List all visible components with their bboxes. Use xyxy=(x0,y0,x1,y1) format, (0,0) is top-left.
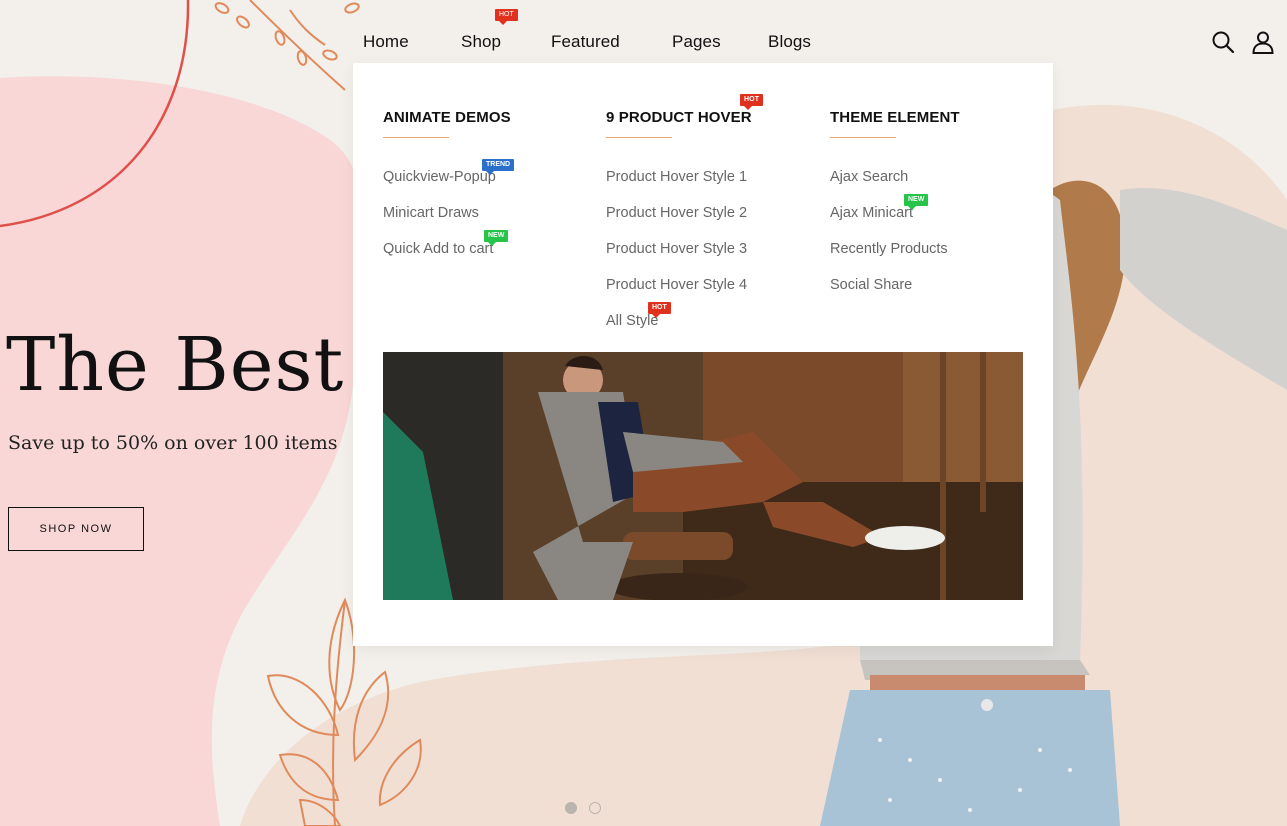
menu-link-minicart-draws[interactable]: Minicart Draws xyxy=(383,195,511,231)
search-icon xyxy=(1212,31,1235,54)
column-heading: ANIMATE DEMOS xyxy=(383,109,511,126)
menu-link-social-share[interactable]: Social Share xyxy=(830,267,960,303)
nav-featured[interactable]: Featured xyxy=(551,30,620,54)
new-badge: NEW xyxy=(904,194,929,210)
nav-home-label: Home xyxy=(363,32,409,51)
slider-dot-2[interactable] xyxy=(589,802,601,814)
nav-shop[interactable]: Shop HOT xyxy=(461,9,518,54)
menu-link-label: Recently Products xyxy=(830,241,948,257)
menu-link-all-style[interactable]: All Style HOT xyxy=(606,302,752,339)
hot-badge: HOT xyxy=(740,94,764,110)
nav-shop-hot-badge: HOT xyxy=(495,9,518,25)
menu-link-label: Product Hover Style 1 xyxy=(606,169,748,185)
heading-underline xyxy=(830,137,896,138)
menu-link-label: Quick Add to cart xyxy=(383,241,494,257)
account-button[interactable] xyxy=(1251,30,1275,54)
menu-column-product-hover: 9 PRODUCT HOVER HOT Product Hover Style … xyxy=(606,94,764,339)
menu-link-hover-style-1[interactable]: Product Hover Style 1 xyxy=(606,159,752,195)
column-heading: THEME ELEMENT xyxy=(830,109,960,126)
menu-link-label: Ajax Minicart xyxy=(830,205,913,221)
nav-home[interactable]: Home xyxy=(363,30,409,54)
menu-link-label: Minicart Draws xyxy=(383,205,479,221)
heading-underline xyxy=(383,137,449,138)
menu-link-ajax-search[interactable]: Ajax Search xyxy=(830,159,960,195)
hero-subtitle: Save up to 50% on over 100 items xyxy=(8,432,338,454)
menu-link-recently-products[interactable]: Recently Products xyxy=(830,231,960,267)
menu-link-hover-style-4[interactable]: Product Hover Style 4 xyxy=(606,267,752,303)
nav-blogs-label: Blogs xyxy=(768,32,812,51)
slider-pagination xyxy=(565,802,601,814)
menu-link-label: Product Hover Style 3 xyxy=(606,241,748,257)
menu-link-hover-style-3[interactable]: Product Hover Style 3 xyxy=(606,231,752,267)
user-icon xyxy=(1252,31,1274,54)
nav-blogs[interactable]: Blogs xyxy=(768,30,811,54)
nav-pages[interactable]: Pages xyxy=(672,30,721,54)
slider-dot-1[interactable] xyxy=(565,802,577,814)
shop-now-button[interactable]: SHOP NOW xyxy=(8,507,144,551)
search-button[interactable] xyxy=(1211,30,1235,54)
leaf-branch-top xyxy=(214,0,360,91)
hero-title: The Best Lo xyxy=(6,322,353,408)
menu-promo-image[interactable] xyxy=(383,352,1023,600)
menu-column-animate-demos: ANIMATE DEMOS Quickview-Popup TREND Mini… xyxy=(383,109,515,267)
menu-link-hover-style-2[interactable]: Product Hover Style 2 xyxy=(606,195,752,231)
nav-shop-label: Shop xyxy=(461,32,502,51)
menu-column-theme-element: THEME ELEMENT Ajax Search Ajax Minicart … xyxy=(830,109,960,303)
shop-mega-menu: ANIMATE DEMOS Quickview-Popup TREND Mini… xyxy=(353,63,1053,646)
menu-link-quick-add-to-cart[interactable]: Quick Add to cart NEW xyxy=(383,230,511,267)
menu-link-label: Quickview-Popup xyxy=(383,169,496,185)
menu-link-label: Ajax Search xyxy=(830,169,909,185)
nav-pages-label: Pages xyxy=(672,32,721,51)
nav-featured-label: Featured xyxy=(551,32,620,51)
menu-link-label: Product Hover Style 2 xyxy=(606,205,748,221)
trend-badge: TREND xyxy=(482,159,515,175)
heading-underline xyxy=(606,137,672,138)
menu-link-label: Product Hover Style 4 xyxy=(606,277,748,293)
menu-link-ajax-minicart[interactable]: Ajax Minicart NEW xyxy=(830,194,960,231)
column-heading-label: 9 PRODUCT HOVER xyxy=(606,109,752,126)
menu-link-label: Social Share xyxy=(830,277,913,293)
hot-badge: HOT xyxy=(648,302,671,318)
column-heading: 9 PRODUCT HOVER HOT xyxy=(606,94,764,126)
new-badge: NEW xyxy=(484,230,509,246)
menu-link-quickview-popup[interactable]: Quickview-Popup TREND xyxy=(383,159,515,195)
promo-photo xyxy=(383,352,1023,600)
